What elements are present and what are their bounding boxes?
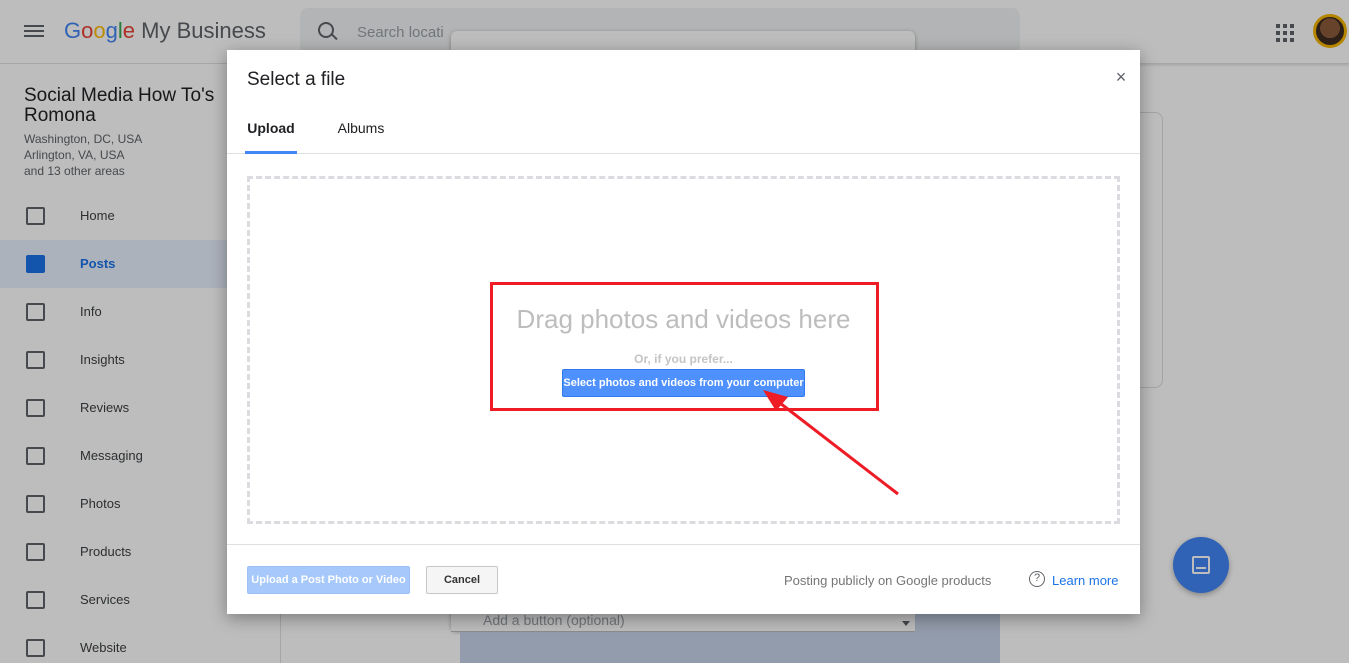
select-file-dialog: Select a file × Upload Albums Drag photo… <box>227 50 1140 614</box>
posting-note: Posting publicly on Google products <box>784 573 992 588</box>
close-icon[interactable]: × <box>1111 67 1131 87</box>
learn-more-link[interactable]: Learn more <box>1052 573 1118 588</box>
tab-albums[interactable]: Albums <box>337 108 385 154</box>
tab-upload[interactable]: Upload <box>245 108 297 154</box>
cancel-button[interactable]: Cancel <box>426 566 498 594</box>
annotation-highlight-box <box>490 282 879 411</box>
upload-button[interactable]: Upload a Post Photo or Video <box>247 566 410 594</box>
help-icon[interactable]: ? <box>1029 571 1045 587</box>
dialog-footer: Upload a Post Photo or Video Cancel Post… <box>227 544 1140 614</box>
dialog-tabs: Upload Albums <box>227 108 1140 154</box>
dialog-title: Select a file <box>247 69 346 90</box>
